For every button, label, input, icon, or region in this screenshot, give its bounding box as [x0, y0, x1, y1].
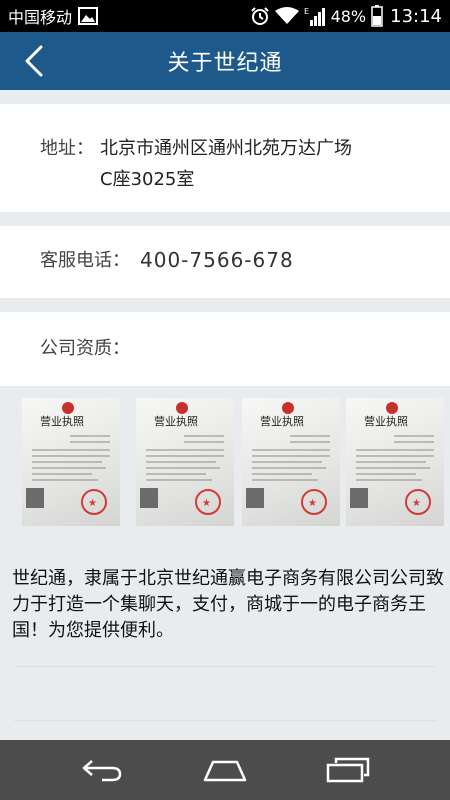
- business-license-image[interactable]: 营业执照 ★: [346, 398, 444, 526]
- qualification-label: 公司资质：: [40, 338, 130, 359]
- emblem-icon: [282, 402, 294, 414]
- nav-home-button[interactable]: [195, 748, 255, 792]
- address-card: 地址： 北京市通州区通州北苑万达广场 C座3025室: [0, 104, 450, 212]
- page-title: 关于世纪通: [167, 51, 283, 76]
- system-nav-bar: [0, 740, 450, 800]
- network-type: E: [304, 7, 309, 16]
- image-notification-icon: [78, 7, 99, 25]
- phone-number[interactable]: 400-7566-678: [140, 245, 294, 275]
- license-title: 营业执照: [260, 414, 304, 428]
- recents-icon: [327, 757, 370, 783]
- qr-code-icon: [140, 488, 158, 508]
- svg-text:★: ★: [202, 498, 211, 509]
- address-line-1: 北京市通州区通州北苑万达广场: [100, 138, 352, 159]
- company-description: 世纪通，隶属于北京世纪通赢电子商务有限公司公司致力于打造一个集聊天，支付，商城于…: [12, 568, 444, 641]
- emblem-icon: [386, 402, 398, 414]
- battery-percentage: 48%: [330, 6, 367, 26]
- svg-text:★: ★: [412, 498, 421, 509]
- carrier-name: 中国移动: [8, 8, 73, 27]
- address-line-2: C座3025室: [100, 169, 195, 190]
- license-gallery: 营业执照 ★ 营业执照 ★ 营业执照 ★ 营业执照 ★: [0, 398, 450, 528]
- battery-icon: [371, 5, 383, 27]
- license-title: 营业执照: [40, 414, 84, 428]
- phone-card[interactable]: 客服电话： 400-7566-678: [0, 226, 450, 298]
- qr-code-icon: [350, 488, 368, 508]
- qr-code-icon: [246, 488, 264, 508]
- signal-icon: E: [304, 6, 326, 26]
- status-left: 中国移动: [8, 4, 99, 28]
- emblem-icon: [62, 402, 74, 414]
- back-button[interactable]: [14, 40, 54, 82]
- back-arrow-icon: [82, 760, 121, 782]
- nav-recents-button[interactable]: [318, 748, 378, 792]
- license-title: 营业执照: [154, 414, 198, 428]
- divider: [14, 720, 436, 721]
- business-license-image[interactable]: 营业执照 ★: [136, 398, 234, 526]
- nav-back-button[interactable]: [72, 748, 132, 792]
- app-header: 关于世纪通: [0, 32, 450, 90]
- chevron-left-icon: [25, 45, 43, 77]
- phone-label: 客服电话：: [40, 250, 130, 271]
- qr-code-icon: [26, 488, 44, 508]
- license-title: 营业执照: [364, 414, 408, 428]
- business-license-image[interactable]: 营业执照 ★: [22, 398, 120, 526]
- business-license-image[interactable]: 营业执照 ★: [242, 398, 340, 526]
- divider: [14, 666, 436, 667]
- status-right: E 48% 13:14: [250, 5, 442, 27]
- home-icon: [203, 760, 247, 782]
- svg-text:★: ★: [308, 498, 317, 509]
- alarm-icon: [250, 6, 270, 26]
- status-bar: 中国移动 E 48% 13:14: [0, 0, 450, 32]
- address-label: 地址：: [40, 138, 94, 159]
- svg-text:★: ★: [88, 498, 97, 509]
- emblem-icon: [176, 402, 188, 414]
- wifi-icon: [274, 7, 299, 25]
- clock: 13:14: [390, 5, 442, 27]
- qualification-card: 公司资质：: [0, 312, 450, 386]
